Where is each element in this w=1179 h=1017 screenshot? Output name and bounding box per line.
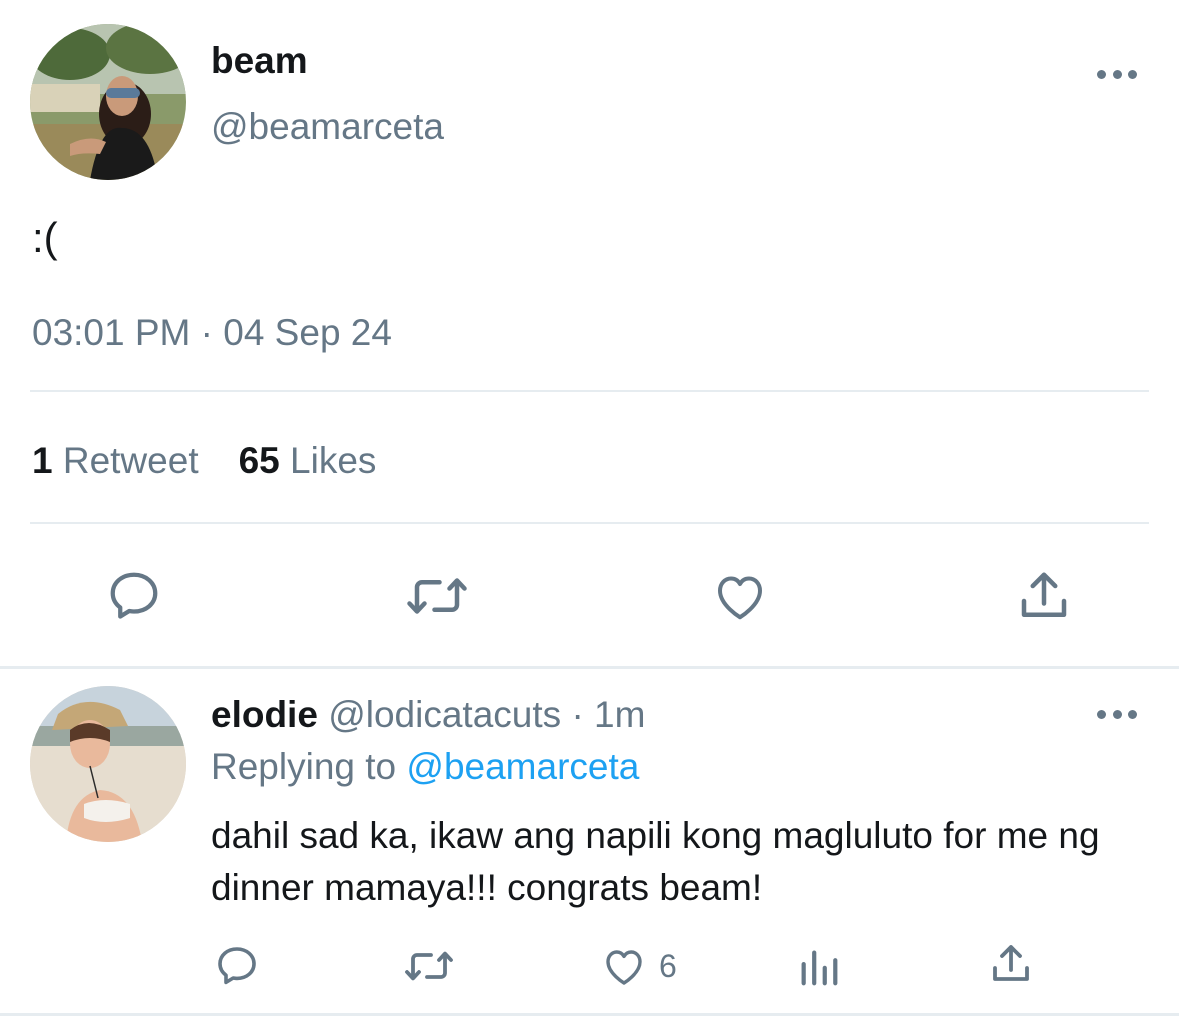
retweet-button[interactable] [404, 566, 470, 626]
reply-author-avatar[interactable] [30, 686, 186, 842]
author-avatar[interactable] [30, 24, 186, 180]
reply-more-options-icon[interactable] [1097, 706, 1137, 722]
reply-icon [110, 572, 158, 619]
separator: · [571, 694, 584, 735]
tweet-timestamp[interactable]: 03:01 PM · 04 Sep 24 [32, 312, 392, 354]
reply-author-handle[interactable]: @lodicatacuts [328, 694, 561, 735]
dot-icon [1097, 69, 1106, 79]
section-divider [0, 666, 1179, 669]
like-icon [718, 576, 762, 620]
divider [30, 390, 1149, 392]
replying-label: Replying to [211, 746, 397, 787]
retweet-count: 1 [32, 440, 53, 481]
like-stat[interactable]: 65 Likes [239, 440, 377, 482]
divider [30, 522, 1149, 524]
reply-analytics-button[interactable] [796, 942, 842, 990]
reply-like-count: 6 [659, 947, 677, 984]
like-count: 65 [238, 440, 280, 481]
dot-icon [1128, 709, 1137, 719]
avatar-photo [30, 686, 186, 842]
reply-button[interactable] [104, 566, 164, 626]
reply-reply-button[interactable] [213, 942, 261, 990]
reply-retweet-button[interactable] [402, 942, 456, 990]
more-options-icon[interactable] [1097, 66, 1137, 82]
analytics-icon [801, 950, 838, 986]
reply-author-name[interactable]: elodie [211, 694, 318, 735]
retweet-label: Retweet [62, 440, 199, 481]
retweet-icon [405, 951, 453, 981]
tweet-stats: 1 Retweet 65 Likes [32, 440, 376, 482]
retweet-icon [407, 578, 467, 614]
share-button[interactable] [1014, 566, 1074, 626]
avatar-photo [30, 24, 186, 180]
author-name[interactable]: beam [211, 40, 308, 82]
reply-icon [218, 947, 256, 985]
like-button[interactable] [709, 566, 771, 626]
replying-mention[interactable]: @beamarceta [406, 746, 639, 787]
retweet-stat[interactable]: 1 Retweet [32, 440, 199, 482]
share-icon [1021, 572, 1067, 617]
dot-icon [1128, 69, 1137, 79]
replying-to: Replying to @beamarceta [211, 746, 639, 788]
dot-icon [1097, 709, 1106, 719]
dot-icon [1112, 709, 1122, 719]
reply-text: dahil sad ka, ikaw ang napili kong maglu… [211, 815, 1100, 908]
tweet-text: :( [32, 214, 58, 261]
like-icon [606, 950, 642, 985]
author-handle[interactable]: @beamarceta [211, 106, 444, 148]
like-label: Likes [290, 440, 377, 481]
reply-time[interactable]: 1m [594, 694, 645, 735]
reply-header: elodie @lodicatacuts · 1m [211, 694, 645, 736]
dot-icon [1112, 69, 1122, 79]
reply-share-button[interactable] [987, 940, 1035, 988]
share-icon [993, 945, 1029, 981]
reply-like-button[interactable]: 6 [599, 942, 677, 990]
bottom-divider [0, 1013, 1179, 1016]
